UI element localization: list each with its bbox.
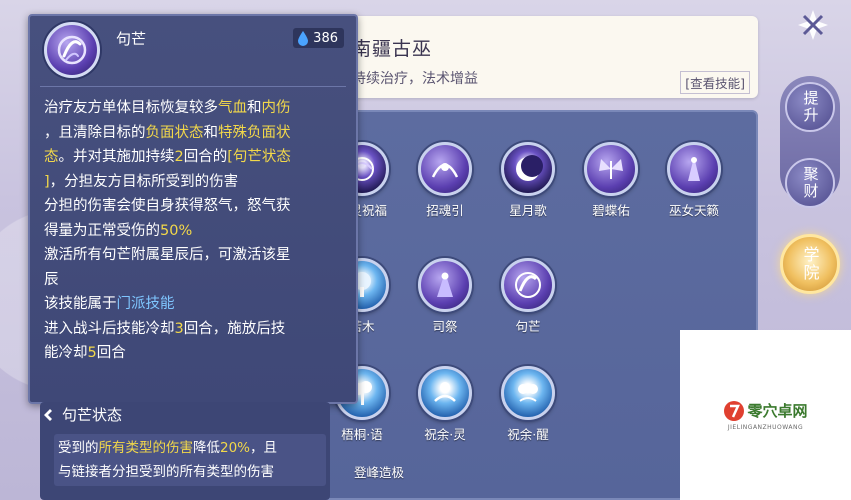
- watermark-subtext: JIELINGANZHUOWANG: [727, 423, 804, 431]
- priest-icon: [418, 258, 472, 312]
- tooltip-text-segment: 。并对其施加持续: [58, 149, 175, 165]
- status-title-text: 句芒状态: [62, 406, 123, 424]
- skill-item[interactable]: 星月歌: [492, 142, 564, 219]
- tooltip-text-segment: ，且清除目标的: [44, 124, 146, 141]
- tooltip-text-segment: 特殊负面状: [218, 124, 291, 141]
- summon-soul-icon: [418, 142, 472, 196]
- skill-label: 招魂引: [426, 203, 464, 218]
- jumang-status-card: 句芒状态 受到的所有类型的伤害降低20%，且与链接者分担受到的所有类型的伤害: [40, 402, 330, 500]
- tooltip-text-segment: 辰: [44, 271, 59, 288]
- skill-item[interactable]: 巫女天籁: [658, 142, 730, 219]
- jumang-icon: [44, 22, 100, 78]
- watermark-text: 零穴卓网: [747, 402, 808, 420]
- tooltip-text-segment: 激活所有句芒附属星辰后，可激活该星: [44, 247, 291, 263]
- tooltip-text-segment: ，分担友方目标所受到的伤害: [49, 173, 239, 190]
- butterfly-icon: [584, 142, 638, 196]
- skill-item[interactable]: 碧蝶佑: [575, 142, 647, 219]
- skill-item[interactable]: 招魂引: [409, 142, 481, 219]
- tooltip-description: 治疗友方单体目标恢复较多气血和内伤 ，且清除目标的负面状态和特殊负面状 态。并对其施…: [44, 96, 348, 366]
- tooltip-text-segment: 能冷却: [44, 345, 88, 361]
- diamond-bullet-icon: [44, 408, 52, 421]
- tooltip-text-line: 激活所有句芒附属星辰后，可激活该星: [44, 243, 348, 268]
- tooltip-text-segment: 回合的: [183, 149, 228, 165]
- status-text-segment: ，且: [250, 440, 278, 456]
- nav-upgrade-button[interactable]: 提升: [785, 82, 835, 132]
- skill-label: 巫女天籁: [668, 203, 719, 218]
- skill-label: 祝余·灵: [424, 427, 466, 442]
- water-drop-icon: [298, 31, 309, 46]
- site-watermark: 零穴卓网 JIELINGANZHUOWANG: [680, 330, 851, 500]
- nine-logo-icon: [724, 400, 745, 421]
- status-text-line: 受到的所有类型的伤害降低20%，且: [58, 436, 322, 460]
- tooltip-text-segment: 回合: [96, 345, 126, 361]
- tooltip-text-segment: 进入战斗后技能冷却: [44, 320, 175, 337]
- status-text-segment: 受到的: [58, 440, 99, 456]
- tooltip-text-segment: 态: [44, 149, 59, 165]
- tooltip-text-line: ，且清除目标的负面状态和特殊负面状: [44, 121, 348, 146]
- tooltip-text-line: 分担的伤害会使自身获得怒气，怒气获: [44, 194, 348, 219]
- skill-label: 梧桐·语: [341, 427, 383, 442]
- school-title: 南疆古巫: [352, 38, 433, 60]
- tooltip-text-segment: 2: [174, 149, 184, 165]
- status-description: 受到的所有类型的伤害降低20%，且与链接者分担受到的所有类型的伤害: [54, 434, 326, 486]
- skill-label: 司祭: [432, 319, 458, 334]
- shaman-maiden-icon: [667, 142, 721, 196]
- tooltip-text-segment: 5: [87, 345, 97, 361]
- tooltip-text-segment: 3: [174, 320, 184, 337]
- crescent-moon-icon: [501, 142, 555, 196]
- nav-academy-button[interactable]: 学院: [780, 234, 840, 294]
- tooltip-text-segment: 气血: [218, 100, 247, 116]
- skill-label: 星月歌: [509, 203, 547, 218]
- tooltip-text-line: 进入战斗后技能冷却3回合，施放后技: [44, 317, 348, 342]
- skill-label: 句芒: [515, 319, 541, 334]
- school-header-card: 南疆古巫 持续治疗，法术增益 [查看技能]: [318, 16, 758, 98]
- skill-label: 祝余·醒: [507, 427, 549, 442]
- skill-cost-badge: 386: [293, 28, 344, 48]
- tooltip-text-line: 该技能属于门派技能: [44, 292, 348, 317]
- skill-item[interactable]: 祝余·醒: [492, 366, 564, 443]
- tooltip-text-segment: 分担的伤害会使自身获得怒气，怒气获: [44, 198, 291, 214]
- tooltip-text-line: 态。并对其施加持续2回合的[句芒状态: [44, 145, 348, 170]
- watermark-logo: 零穴卓网: [723, 400, 808, 422]
- tooltip-skill-name: 句芒: [116, 30, 147, 48]
- herb-spirit-icon: [418, 366, 472, 420]
- tooltip-text-line: 能冷却5回合: [44, 341, 348, 366]
- skill-item[interactable]: 祝余·灵: [409, 366, 481, 443]
- status-text-line: 与链接者分担受到的所有类型的伤害: [58, 460, 322, 484]
- view-skill-button[interactable]: [查看技能]: [680, 71, 750, 94]
- tooltip-text-segment: 和: [203, 124, 219, 141]
- tooltip-text-segment: 和: [247, 100, 262, 116]
- skill-cost-value: 386: [313, 30, 338, 46]
- tooltip-text-line: 辰: [44, 268, 348, 293]
- tooltip-text-line: 治疗友方单体目标恢复较多气血和内伤: [44, 96, 348, 121]
- status-text-segment: 降低: [193, 440, 220, 456]
- status-title: 句芒状态: [42, 404, 122, 425]
- tooltip-text-segment: 负面状态: [145, 124, 204, 141]
- tooltip-text-segment: [句芒状态: [227, 149, 291, 165]
- school-subtitle: 持续治疗，法术增益: [352, 71, 478, 87]
- skill-item[interactable]: 句芒: [492, 258, 564, 335]
- tooltip-text-segment: 治疗友方单体目标恢复较多: [44, 100, 218, 116]
- jumang-icon: [501, 258, 555, 312]
- nav-wealth-button[interactable]: 聚财: [785, 158, 835, 208]
- tooltip-text-segment: 内伤: [261, 100, 291, 116]
- section-label-partial: 登峰造极: [354, 465, 405, 480]
- tooltip-text-segment: 门派技能: [116, 296, 175, 312]
- tooltip-text-segment: 50%: [160, 222, 193, 239]
- tooltip-text-line: ]，分担友方目标所受到的伤害: [44, 170, 348, 195]
- close-button[interactable]: [794, 6, 832, 44]
- close-x-icon: [798, 10, 828, 40]
- status-text-segment: 所有类型的伤害: [98, 440, 194, 456]
- herb-awaken-icon: [501, 366, 555, 420]
- tooltip-text-segment: 回合，施放后技: [183, 320, 286, 337]
- status-text-segment: 与链接者分担受到的所有类型的伤害: [58, 464, 274, 480]
- tooltip-text-segment: 该技能属于: [44, 296, 117, 312]
- skill-label: 碧蝶佑: [592, 203, 630, 218]
- tooltip-text-segment: 得量为正常受伤的: [44, 222, 160, 239]
- status-text-segment: 20%: [220, 440, 251, 456]
- tooltip-text-line: 得量为正常受伤的50%: [44, 219, 348, 244]
- skill-item[interactable]: 司祭: [409, 258, 481, 335]
- skill-tooltip: 句芒 386 治疗友方单体目标恢复较多气血和内伤 ，且清除目标的负面状态和特殊负面…: [28, 14, 358, 404]
- tooltip-divider: [40, 86, 346, 87]
